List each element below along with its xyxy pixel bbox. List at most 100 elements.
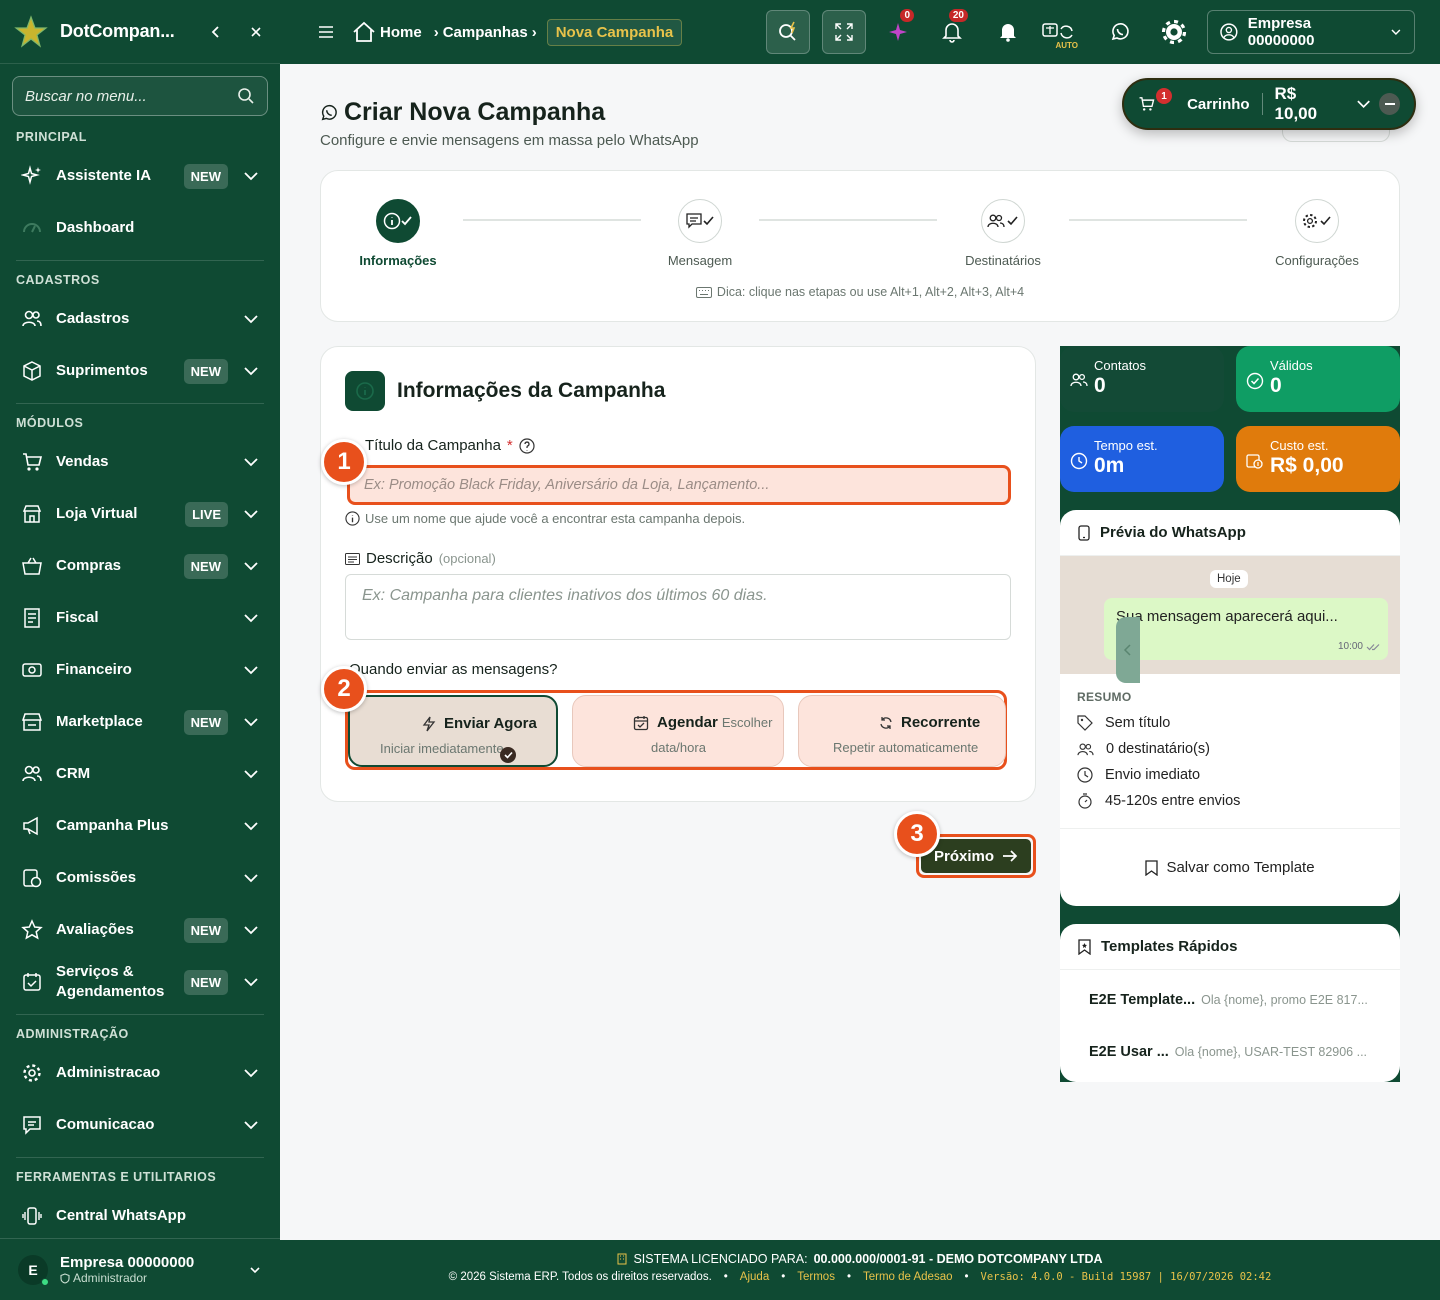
new-badge: NEW — [183, 969, 228, 995]
company-selector[interactable]: Empresa 00000000 — [1207, 10, 1415, 54]
breadcrumb-campanhas[interactable]: Campanhas — [443, 24, 528, 41]
divider — [16, 403, 264, 404]
section-ferramentas: FERRAMENTAS E UTILITARIOS — [16, 1170, 217, 1184]
sidebar-item-comissoes[interactable]: Comissões — [0, 852, 280, 904]
stat-label: Custo est. — [1270, 438, 1329, 453]
chat-message-text: Sua mensagem aparecerá aqui... — [1116, 608, 1338, 625]
sidebar-item-vendas[interactable]: Vendas — [0, 436, 280, 488]
sidebar-item-suprimentos[interactable]: Suprimentos NEW — [0, 345, 280, 397]
basket-icon — [20, 554, 44, 578]
collapse-sidebar-icon[interactable] — [206, 22, 226, 42]
ai-button[interactable]: 0 — [876, 9, 920, 54]
sidebar-item-loja-virtual[interactable]: Loja Virtual LIVE — [0, 488, 280, 540]
stat-label: Tempo est. — [1094, 438, 1158, 453]
auto-label: AUTO — [1055, 41, 1078, 50]
template-item[interactable]: E2E Usar ... Ola {nome}, USAR-TEST 82906… — [1060, 1026, 1400, 1078]
sidebar-item-marketplace[interactable]: Marketplace NEW — [0, 696, 280, 748]
cart-total: R$ 10,00 — [1274, 84, 1318, 123]
chevron-down-icon — [244, 822, 258, 831]
sidebar-item-label: Assistente IA — [56, 167, 152, 184]
save-template-button[interactable]: Salvar como Template — [1060, 828, 1400, 906]
whatsapp-button[interactable] — [1098, 10, 1142, 54]
check-circle-icon — [1246, 372, 1264, 390]
users-icon — [20, 762, 44, 786]
chevron-down-icon — [244, 718, 258, 727]
notifications-button[interactable]: 20 — [930, 9, 974, 54]
step-label: Configurações — [1275, 253, 1359, 268]
close-icon[interactable] — [246, 22, 266, 42]
link-termo-adesao[interactable]: Termo de Adesao — [863, 1271, 953, 1283]
sidebar-item-crm[interactable]: CRM — [0, 748, 280, 800]
side-panel-toggle[interactable] — [1116, 617, 1140, 683]
auto-translate-button[interactable]: AUTO — [1036, 10, 1080, 54]
cart-widget[interactable]: 1 Carrinho R$ 10,00 — [1122, 78, 1416, 130]
campaign-stepper: Informações Mensagem Destinatários Confi… — [320, 170, 1400, 322]
quick-search-button[interactable] — [766, 10, 810, 54]
step-connector — [1069, 219, 1247, 221]
sidebar-item-comunicacao[interactable]: Comunicacao — [0, 1099, 280, 1151]
step-destinatarios[interactable]: Destinatários — [943, 199, 1063, 268]
chevron-down-icon — [244, 562, 258, 571]
mode-recorrente[interactable]: Recorrente Repetir automaticamente — [798, 695, 1006, 767]
company-name: Empresa 00000000 — [1247, 15, 1315, 49]
sidebar-header: DotCompan... — [0, 0, 280, 64]
step-informacoes[interactable]: Informações — [338, 199, 458, 268]
breadcrumb-home[interactable]: Home — [380, 24, 422, 41]
section-modulos: MÓDULOS — [16, 416, 84, 430]
sidebar-item-label: Serviços & Agendamentos — [56, 963, 165, 1000]
fullscreen-button[interactable] — [822, 10, 866, 54]
campaign-description-input[interactable] — [345, 574, 1011, 640]
smartphone-icon — [1078, 524, 1090, 541]
gauge-icon — [20, 216, 44, 240]
help-icon[interactable] — [519, 437, 535, 454]
sidebar-user[interactable]: E Empresa 00000000 Administrador — [0, 1238, 280, 1300]
chevron-left-icon — [1123, 644, 1131, 656]
chevron-down-icon[interactable] — [1356, 96, 1371, 112]
sidebar-item-administracao[interactable]: Administracao — [0, 1047, 280, 1099]
template-name: E2E Template... — [1089, 992, 1196, 1008]
sidebar-item-fiscal[interactable]: Fiscal — [0, 592, 280, 644]
sidebar-item-campanha-plus[interactable]: Campanha Plus — [0, 800, 280, 852]
campaign-title-input[interactable] — [347, 465, 1011, 505]
step-connector — [759, 219, 937, 221]
mode-title: Agendar Escolher — [633, 714, 772, 731]
sidebar-item-avaliacoes[interactable]: Avaliações NEW — [0, 904, 280, 956]
settings-button[interactable] — [1152, 10, 1196, 54]
sidebar-item-financeiro[interactable]: Financeiro — [0, 644, 280, 696]
template-name: E2E Usar ... — [1089, 1044, 1169, 1060]
section-administracao: ADMINISTRAÇÃO — [16, 1027, 129, 1041]
mode-enviar-agora[interactable]: Enviar Agora Iniciar imediatamente — [348, 695, 558, 767]
star-icon — [20, 918, 44, 942]
selected-check-icon — [500, 747, 516, 763]
home-icon[interactable] — [352, 21, 376, 43]
alerts-button[interactable] — [986, 10, 1030, 54]
sidebar-item-assistente-ia[interactable]: Assistente IA NEW — [0, 150, 280, 202]
step-connector — [463, 219, 641, 221]
version-info: Versão: 4.0.0 - Build 15987 | 16/07/2026… — [980, 1271, 1272, 1283]
mode-agendar[interactable]: Agendar Escolher data/hora — [572, 695, 784, 767]
minimize-cart-button[interactable] — [1379, 93, 1400, 115]
footer: SISTEMA LICENCIADO PARA: 00.000.000/0001… — [280, 1240, 1440, 1300]
link-termos[interactable]: Termos — [797, 1271, 835, 1283]
mode-title-text: Agendar — [657, 714, 718, 731]
sidebar-item-compras[interactable]: Compras NEW — [0, 540, 280, 592]
quick-templates-card: Templates Rápidos E2E Template... Ola {n… — [1060, 924, 1400, 1082]
sidebar-item-dashboard[interactable]: Dashboard — [0, 202, 280, 254]
sidebar-item-cadastros[interactable]: Cadastros — [0, 293, 280, 345]
bell-icon — [942, 23, 962, 43]
send-mode-label: Quando enviar as mensagens? — [349, 661, 557, 678]
step-mensagem[interactable]: Mensagem — [640, 199, 760, 268]
template-preview: Ola {nome}, USAR-TEST 82906 ... — [1174, 1045, 1368, 1059]
send-mode-label-text: Quando enviar as mensagens? — [349, 661, 558, 678]
link-ajuda[interactable]: Ajuda — [740, 1271, 769, 1283]
step-marker-1: 1 — [321, 439, 367, 485]
sidebar-item-central-whatsapp[interactable]: Central WhatsApp — [0, 1190, 280, 1242]
hamburger-menu-icon[interactable] — [318, 25, 334, 39]
card-title: Informações da Campanha — [397, 379, 666, 402]
chevron-down-icon — [244, 874, 258, 883]
sidebar-item-servicos-agendamentos[interactable]: Serviços & Agendamentos NEW — [0, 956, 280, 1008]
step-configuracoes[interactable]: Configurações — [1257, 199, 1377, 268]
menu-search-input[interactable] — [25, 87, 237, 105]
sidebar: DotCompan... PRINCIPAL Assistente IA NEW… — [0, 0, 280, 1300]
template-item[interactable]: E2E Template... Ola {nome}, promo E2E 81… — [1060, 974, 1400, 1026]
